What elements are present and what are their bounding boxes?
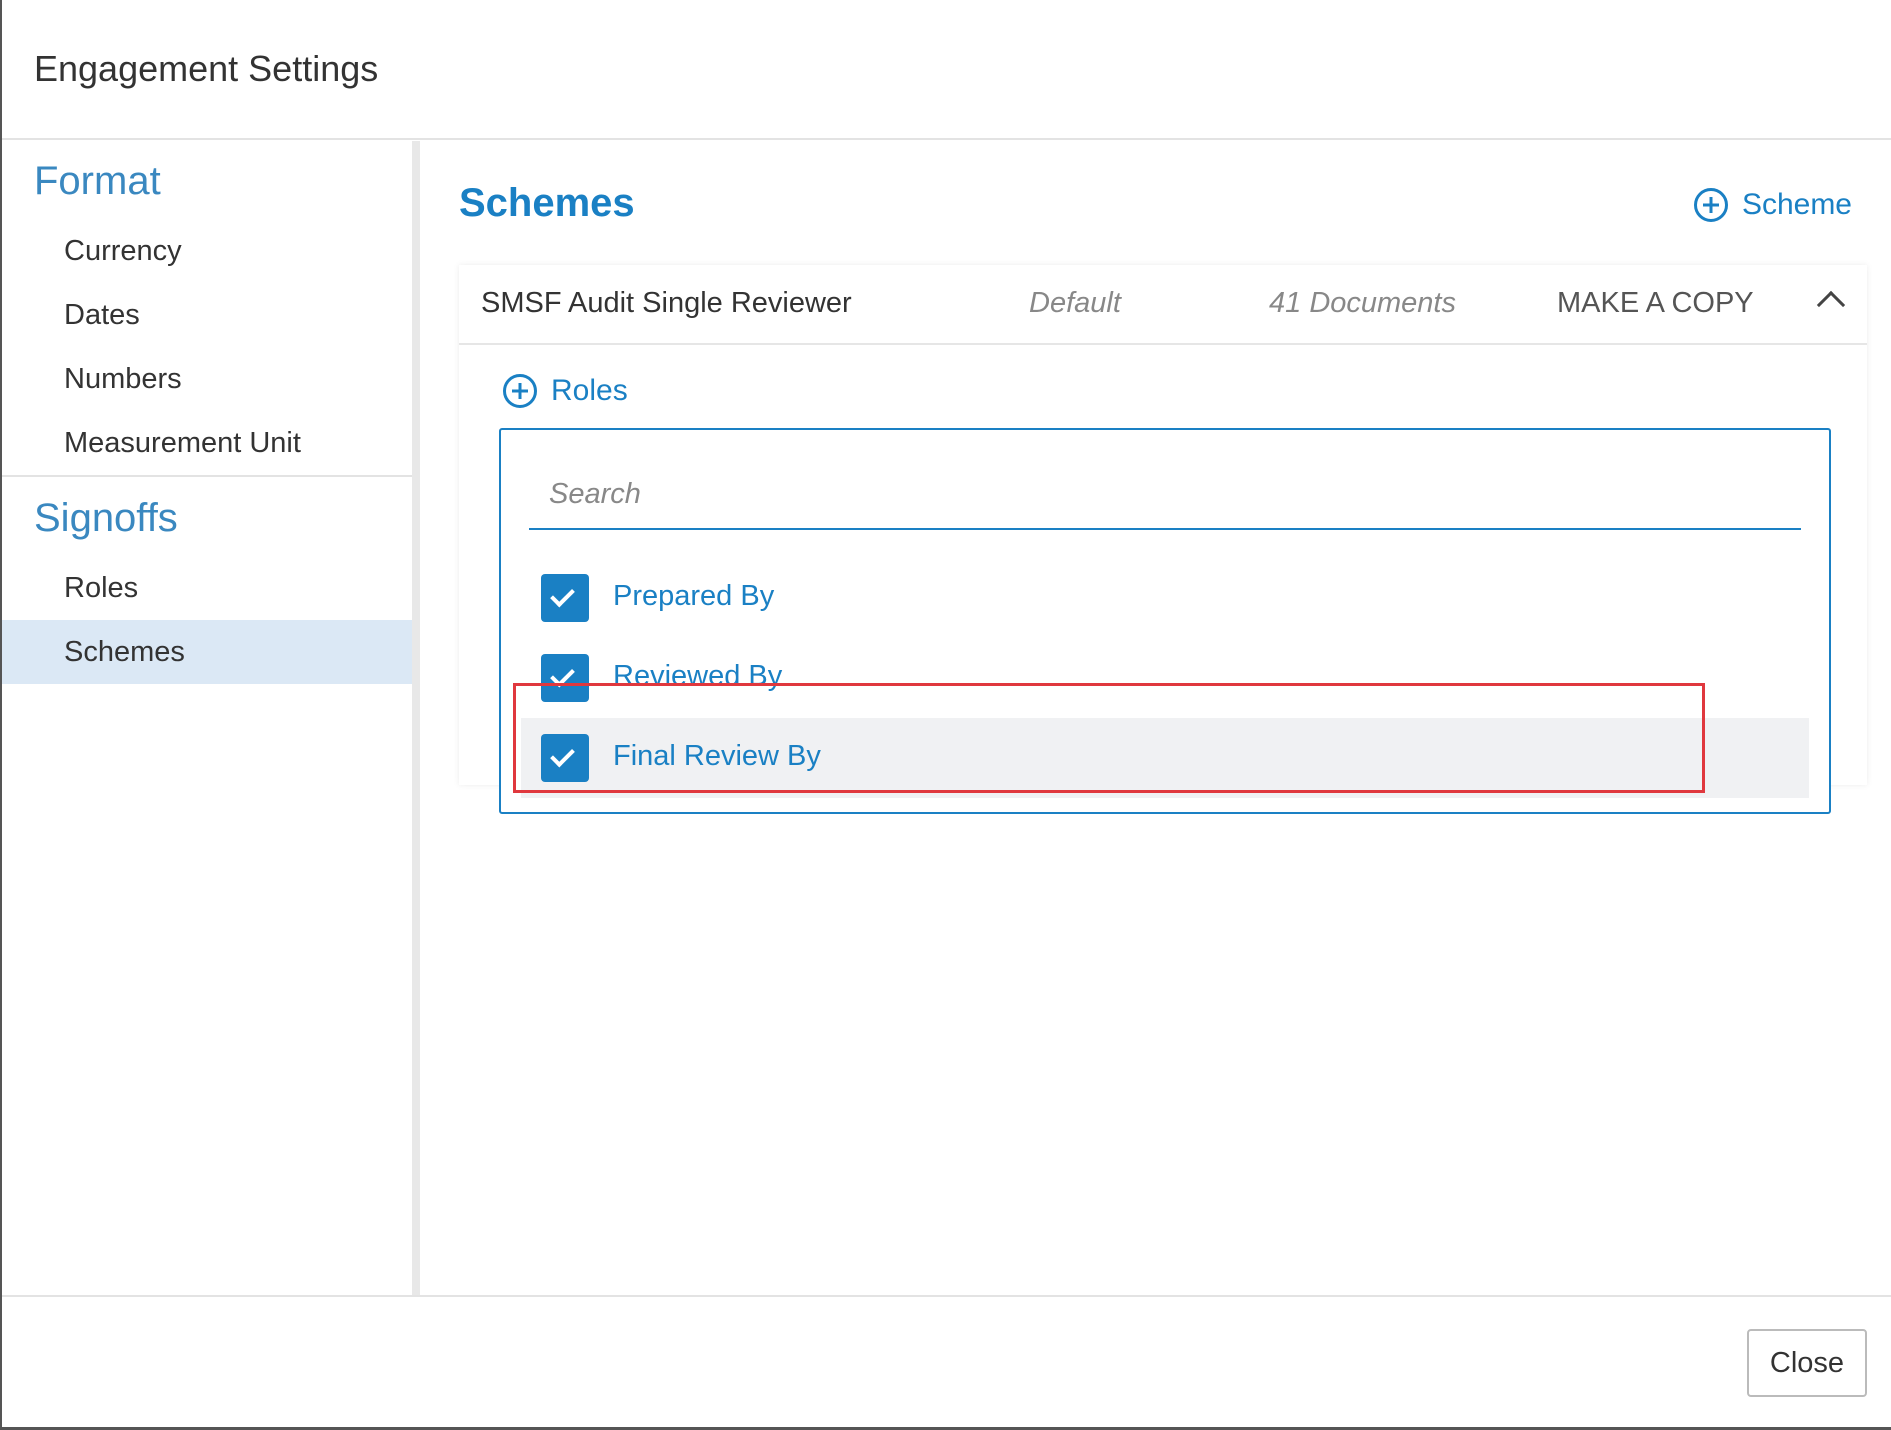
sidebar-item-roles[interactable]: Roles [2,556,412,620]
add-role-label: Roles [551,374,628,407]
plus-circle-icon [503,374,537,408]
check-icon [550,662,575,688]
sidebar-item-dates[interactable]: Dates [2,283,412,347]
scheme-default-badge: Default [1029,287,1121,319]
search-input[interactable] [529,460,1801,530]
scheme-card: SMSF Audit Single Reviewer Default 41 Do… [459,265,1867,814]
check-icon [550,742,575,768]
make-a-copy-button[interactable]: MAKE A COPY [1557,287,1754,320]
engagement-settings-dialog: Engagement Settings Format Currency Date… [0,0,1891,1430]
scheme-document-count: 41 Documents [1269,287,1456,319]
chevron-up-icon[interactable] [1816,290,1846,320]
close-button[interactable]: Close [1747,1329,1867,1397]
sidebar-item-numbers[interactable]: Numbers [2,347,412,411]
plus-circle-icon [1693,188,1728,222]
dialog-footer: Close [2,1295,1891,1427]
page-title: Schemes [459,181,635,225]
checkbox[interactable] [541,574,589,622]
add-role-button[interactable]: Roles [503,371,628,411]
checkbox[interactable] [541,654,589,702]
scheme-name: SMSF Audit Single Reviewer [481,287,852,319]
sidebar-divider [2,475,412,477]
add-scheme-button[interactable]: Scheme [1693,185,1852,225]
schemes-panel: Schemes Scheme SMSF Audit Single Reviewe… [428,141,1891,1295]
add-scheme-label: Scheme [1741,188,1852,221]
checkbox[interactable] [541,734,589,782]
role-option-prepared-by[interactable]: Prepared By [521,558,1809,638]
roles-dropdown: Prepared By Reviewed By Final Review By [499,428,1831,814]
check-icon [550,582,575,608]
role-label: Final Review By [613,740,821,772]
sidebar-item-measurement-unit[interactable]: Measurement Unit [2,411,412,475]
role-option-reviewed-by[interactable]: Reviewed By [521,638,1809,718]
sidebar-item-currency[interactable]: Currency [2,219,412,283]
sidebar-item-schemes[interactable]: Schemes [2,620,412,684]
sidebar-section-format: Format [34,159,161,203]
dialog-header: Engagement Settings [2,0,1891,140]
dialog-title: Engagement Settings [34,48,379,89]
role-label: Prepared By [613,580,775,612]
role-label: Reviewed By [613,660,783,692]
settings-sidebar: Format Currency Dates Numbers Measuremen… [2,141,420,1295]
scheme-row[interactable]: SMSF Audit Single Reviewer Default 41 Do… [459,265,1867,345]
sidebar-section-signoffs: Signoffs [34,496,178,540]
role-option-final-review-by[interactable]: Final Review By [521,718,1809,798]
